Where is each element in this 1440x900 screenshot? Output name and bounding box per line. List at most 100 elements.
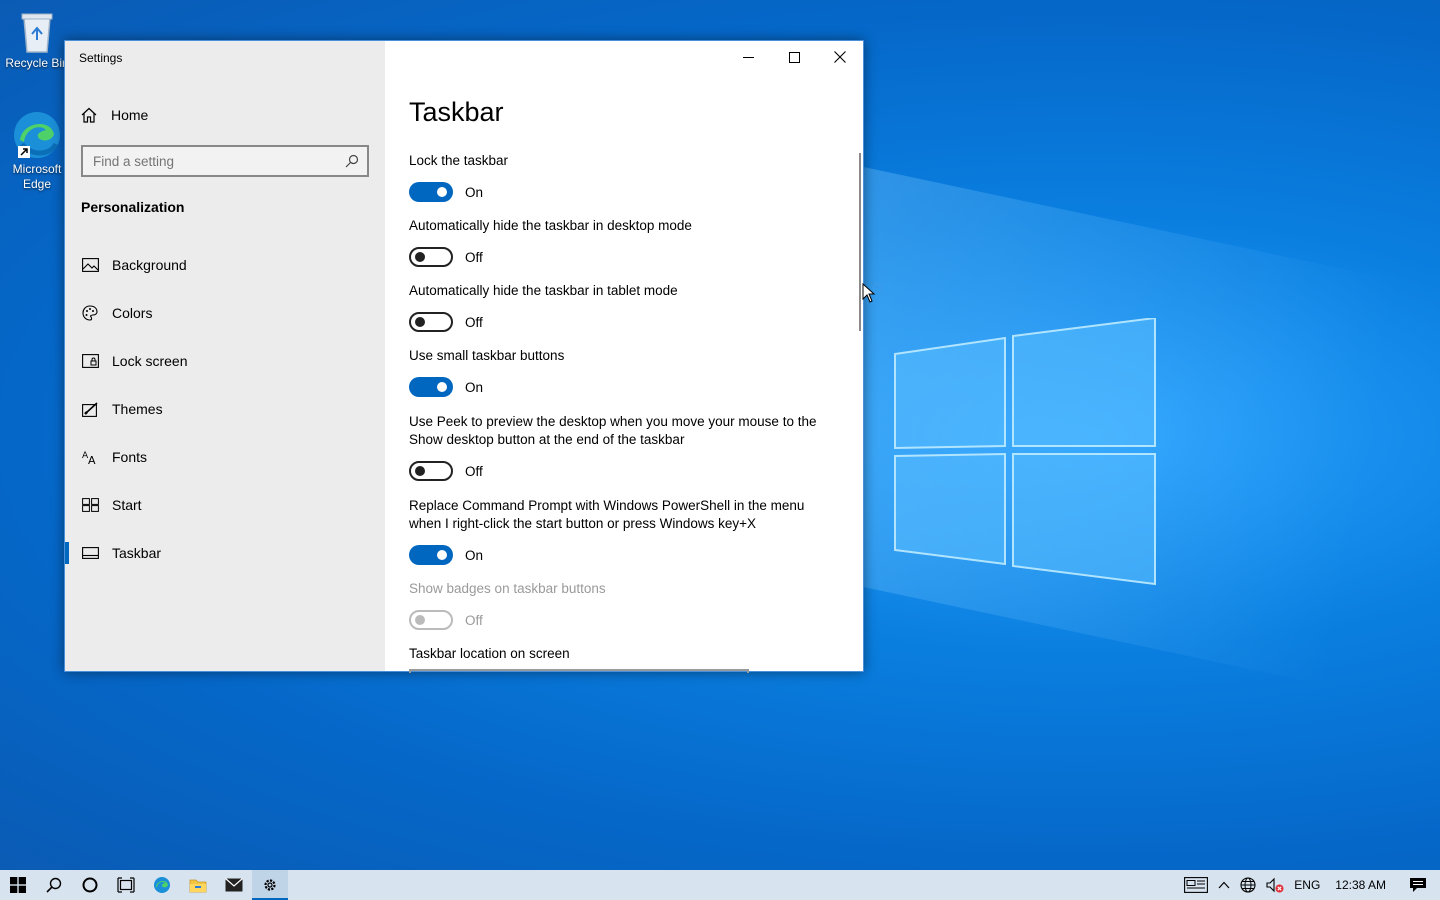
sidebar: Settings Home Personalization Background bbox=[65, 41, 385, 671]
setting-badges: Show badges on taskbar buttons Off bbox=[409, 580, 839, 630]
setting-autohide-desktop: Automatically hide the taskbar in deskto… bbox=[409, 217, 839, 267]
sidebar-item-lock-screen[interactable]: Lock screen bbox=[65, 337, 385, 385]
sidebar-home[interactable]: Home bbox=[81, 103, 148, 127]
home-icon bbox=[81, 107, 97, 123]
network-button[interactable] bbox=[1235, 870, 1261, 900]
taskbar-edge[interactable] bbox=[144, 870, 180, 900]
language-indicator[interactable]: ENG bbox=[1289, 870, 1325, 900]
setting-label: Lock the taskbar bbox=[409, 153, 509, 168]
windows-logo-wallpaper bbox=[894, 318, 1156, 586]
setting-label: Use small taskbar buttons bbox=[409, 348, 565, 363]
start-grid-icon bbox=[81, 496, 99, 514]
file-explorer-icon bbox=[189, 879, 207, 893]
clock[interactable]: 12:38 AM bbox=[1325, 870, 1396, 900]
taskbar-mail[interactable] bbox=[216, 870, 252, 900]
edge-icon bbox=[154, 877, 170, 893]
taskbar-settings[interactable] bbox=[252, 870, 288, 900]
toggle-switch[interactable] bbox=[409, 545, 453, 565]
sidebar-item-fonts[interactable]: AA Fonts bbox=[65, 433, 385, 481]
desktop-icon-recycle-bin[interactable]: Recycle Bin bbox=[2, 8, 72, 71]
task-view-icon bbox=[117, 877, 135, 893]
volume-muted-icon bbox=[1266, 877, 1284, 893]
window-title: Settings bbox=[79, 51, 123, 65]
palette-icon bbox=[81, 304, 99, 322]
lock-screen-icon bbox=[81, 352, 99, 370]
location-dropdown[interactable] bbox=[409, 669, 749, 673]
toggle-state: Off bbox=[465, 314, 483, 330]
picture-icon bbox=[81, 256, 99, 274]
setting-label: Use Peek to preview the desktop when you… bbox=[409, 414, 817, 447]
setting-label: Automatically hide the taskbar in deskto… bbox=[409, 218, 692, 233]
setting-peek: Use Peek to preview the desktop when you… bbox=[409, 413, 839, 481]
section-title: Personalization bbox=[81, 199, 185, 215]
taskbar: ENG 12:38 AM bbox=[0, 870, 1440, 900]
toggle-state: Off bbox=[465, 463, 483, 479]
search-button[interactable] bbox=[36, 870, 72, 900]
toggle-state: On bbox=[465, 184, 484, 200]
sidebar-item-taskbar[interactable]: Taskbar bbox=[65, 529, 385, 577]
sidebar-item-colors[interactable]: Colors bbox=[65, 289, 385, 337]
sidebar-item-start[interactable]: Start bbox=[65, 481, 385, 529]
news-button[interactable] bbox=[1179, 870, 1213, 900]
content-pane: Taskbar Lock the taskbar On Automaticall… bbox=[385, 41, 863, 673]
sidebar-item-label: Taskbar bbox=[112, 545, 162, 561]
maximize-button[interactable] bbox=[771, 41, 817, 73]
start-button[interactable] bbox=[0, 870, 36, 900]
sidebar-item-label: Background bbox=[112, 257, 187, 273]
desktop-icon-label: Recycle Bin bbox=[5, 56, 69, 70]
toggle-state: Off bbox=[465, 249, 483, 265]
sidebar-item-label: Fonts bbox=[112, 449, 148, 465]
sidebar-item-label: Lock screen bbox=[112, 353, 188, 369]
fonts-icon: AA bbox=[81, 448, 99, 466]
setting-label: Replace Command Prompt with Windows Powe… bbox=[409, 498, 805, 531]
news-icon bbox=[1184, 877, 1209, 893]
mail-icon bbox=[225, 878, 243, 892]
scrollbar[interactable] bbox=[859, 153, 861, 331]
toggle-switch[interactable] bbox=[409, 247, 453, 267]
mouse-cursor-icon bbox=[862, 283, 882, 303]
desktop-icon-label: Microsoft Edge bbox=[12, 162, 62, 191]
search-icon bbox=[46, 877, 62, 893]
toggle-switch[interactable] bbox=[409, 377, 453, 397]
toggle-switch[interactable] bbox=[409, 461, 453, 481]
search-input[interactable] bbox=[93, 153, 345, 169]
toggle-switch[interactable] bbox=[409, 182, 453, 202]
setting-autohide-tablet: Automatically hide the taskbar in tablet… bbox=[409, 282, 839, 332]
setting-label: Taskbar location on screen bbox=[409, 646, 570, 661]
cortana-button[interactable] bbox=[72, 870, 108, 900]
cortana-icon bbox=[82, 877, 98, 893]
tray-overflow-button[interactable] bbox=[1213, 870, 1235, 900]
taskbar-icon bbox=[81, 544, 99, 562]
svg-text:A: A bbox=[88, 454, 96, 465]
sidebar-item-label: Themes bbox=[112, 401, 163, 417]
toggle-state: On bbox=[465, 379, 484, 395]
settings-window: Settings Home Personalization Background bbox=[64, 40, 864, 673]
window-controls bbox=[725, 41, 863, 73]
chevron-up-icon bbox=[1218, 881, 1230, 889]
sidebar-home-label: Home bbox=[111, 107, 149, 123]
sidebar-item-background[interactable]: Background bbox=[65, 241, 385, 289]
sidebar-nav: Background Colors Lock screen Themes A A… bbox=[65, 241, 385, 577]
task-view-button[interactable] bbox=[108, 870, 144, 900]
volume-button[interactable] bbox=[1261, 870, 1289, 900]
maximize-icon bbox=[788, 51, 800, 63]
close-button[interactable] bbox=[817, 41, 863, 73]
toggle-state: On bbox=[465, 547, 484, 563]
start-icon bbox=[10, 877, 26, 893]
desktop-icon-edge[interactable]: Microsoft Edge bbox=[2, 110, 72, 192]
toggle-state: Off bbox=[465, 612, 483, 628]
minimize-button[interactable] bbox=[725, 41, 771, 73]
system-tray: ENG 12:38 AM bbox=[1179, 870, 1440, 900]
search-box[interactable] bbox=[81, 145, 369, 177]
settings-gear-icon bbox=[264, 879, 276, 891]
brush-icon bbox=[81, 400, 99, 418]
setting-lock-taskbar: Lock the taskbar On bbox=[409, 152, 839, 202]
toggle-switch[interactable] bbox=[409, 312, 453, 332]
taskbar-file-explorer[interactable] bbox=[180, 870, 216, 900]
page-title: Taskbar bbox=[409, 97, 504, 127]
sidebar-item-themes[interactable]: Themes bbox=[65, 385, 385, 433]
setting-label: Automatically hide the taskbar in tablet… bbox=[409, 283, 678, 298]
action-center-button[interactable] bbox=[1396, 870, 1440, 900]
setting-location: Taskbar location on screen bbox=[409, 645, 839, 663]
recycle-bin-icon bbox=[21, 13, 53, 53]
